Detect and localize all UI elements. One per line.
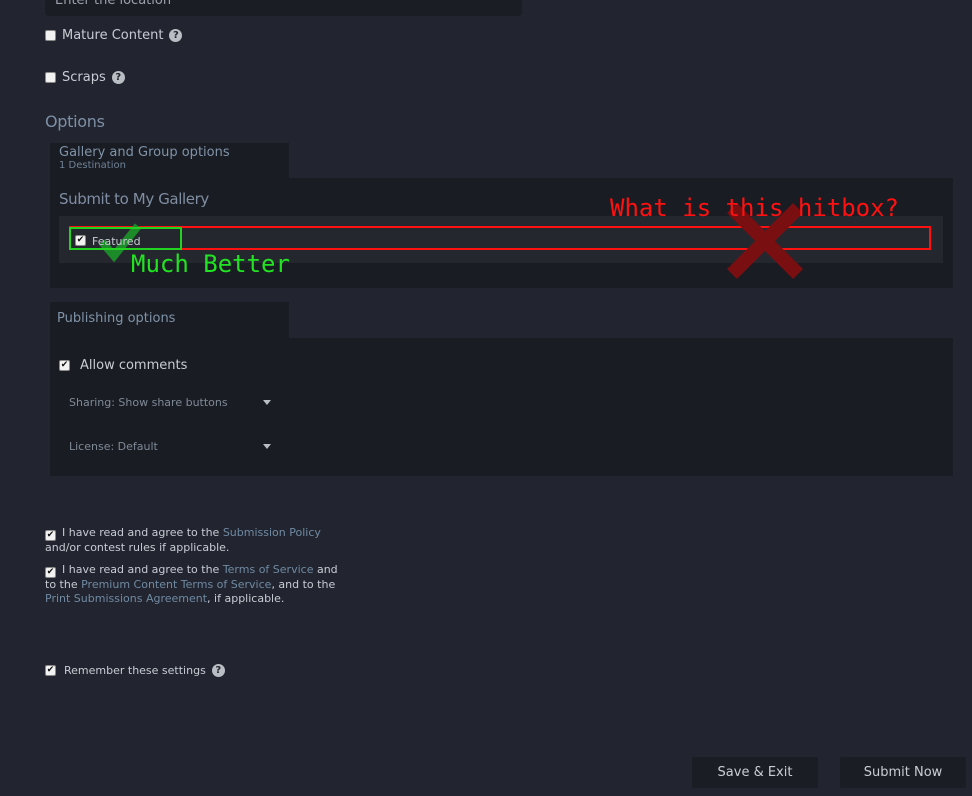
gallery-tab-subtitle: 1 Destination (59, 160, 126, 171)
agreement-text: to the (45, 578, 82, 591)
remember-settings-row: Remember these settings ? (45, 664, 225, 677)
allow-comments-checkbox[interactable] (59, 360, 70, 371)
help-icon[interactable]: ? (111, 71, 125, 84)
sharing-select[interactable]: Sharing: Show share buttons (69, 396, 271, 409)
help-icon[interactable]: ? (169, 29, 183, 42)
help-icon[interactable]: ? (211, 664, 225, 677)
terms-checkbox[interactable] (45, 567, 56, 578)
agreement-text: , and to the (271, 578, 336, 591)
chevron-down-icon (263, 400, 271, 405)
allow-comments-row[interactable]: Allow comments (59, 358, 187, 373)
save-exit-button[interactable]: Save & Exit (692, 757, 818, 788)
terms-of-service-link[interactable]: Terms of Service (223, 563, 314, 576)
terms-agreement: I have read and agree to the Terms of Se… (45, 563, 365, 605)
submission-policy-link[interactable]: Submission Policy (223, 526, 321, 539)
remember-settings-checkbox[interactable] (45, 665, 56, 676)
featured-label: Featured (92, 235, 141, 248)
featured-checkbox[interactable] (75, 234, 86, 246)
remember-settings-label: Remember these settings (64, 664, 206, 677)
agreement-text: , if applicable. (207, 591, 285, 605)
mature-content-checkbox[interactable] (45, 30, 56, 41)
location-input[interactable]: Enter the location (45, 0, 522, 16)
submission-policy-agreement: I have read and agree to the Submission … (45, 526, 365, 555)
allow-comments-label: Allow comments (80, 358, 188, 373)
good-hitbox-annotation: Much Better (131, 250, 290, 278)
scraps-row: Scraps ? (45, 70, 125, 85)
gallery-tab-title: Gallery and Group options (59, 145, 230, 160)
mature-content-row: Mature Content ? (45, 28, 183, 43)
submit-gallery-title: Submit to My Gallery (59, 190, 209, 208)
mature-content-label: Mature Content (62, 28, 164, 43)
featured-row[interactable]: Featured (75, 232, 141, 248)
agreement-text: I have read and agree to the (62, 563, 223, 576)
publishing-panel: Allow comments Sharing: Show share butto… (50, 338, 953, 476)
submission-policy-checkbox[interactable] (45, 530, 56, 541)
scraps-checkbox[interactable] (45, 72, 56, 83)
options-heading: Options (45, 112, 105, 131)
agreement-text: I have read and agree to the (62, 526, 223, 539)
bad-hitbox-annotation: What is this hitbox? (610, 194, 899, 222)
scraps-label: Scraps (62, 70, 106, 85)
premium-terms-link[interactable]: Premium Content Terms of Service (81, 578, 271, 591)
sharing-select-value: Sharing: Show share buttons (69, 396, 228, 409)
chevron-down-icon (263, 444, 271, 449)
publishing-tab-title: Publishing options (57, 311, 176, 326)
tab-gallery-group-options[interactable]: Gallery and Group options 1 Destination (50, 143, 289, 179)
license-select[interactable]: License: Default (69, 440, 271, 453)
agreement-text: and (313, 563, 338, 576)
location-placeholder: Enter the location (55, 0, 172, 8)
tab-publishing-options[interactable]: Publishing options (50, 302, 289, 339)
agreement-text: and/or contest rules if applicable. (45, 541, 230, 554)
license-select-value: License: Default (69, 440, 158, 453)
submit-now-button[interactable]: Submit Now (840, 757, 966, 788)
print-agreement-link[interactable]: Print Submissions Agreement (45, 592, 207, 605)
